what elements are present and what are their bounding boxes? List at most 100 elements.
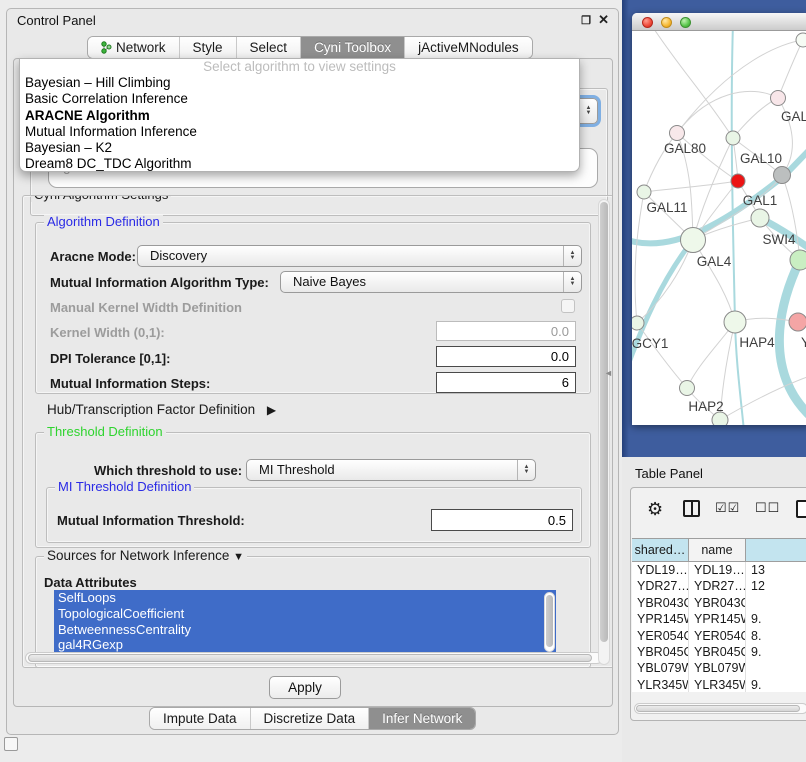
columns-icon[interactable] <box>683 500 700 517</box>
settings-vscrollbar[interactable] <box>598 199 610 665</box>
tab-label: Select <box>250 37 288 58</box>
table-row[interactable]: YBR045CYBR045C9. <box>632 644 806 660</box>
dropdown-item[interactable]: Dream8 DC_TDC Algorithm <box>20 156 579 172</box>
apply-button[interactable]: Apply <box>269 676 341 699</box>
network-edge[interactable] <box>637 323 687 388</box>
collapsed-panel-icon[interactable] <box>4 737 18 751</box>
gear-icon[interactable]: ⚙ <box>647 500 663 518</box>
network-node-hap4[interactable] <box>724 311 746 333</box>
network-edge[interactable] <box>782 175 800 260</box>
algorithm-dropdown-popup: Select algorithm to view settings Bayesi… <box>19 58 580 172</box>
stepper-icon[interactable]: ▲▼ <box>579 99 597 123</box>
table-row[interactable]: YLR345WYLR345W9. <box>632 677 806 692</box>
hub-definition-toggle[interactable]: Hub/Transcription Factor Definition ▶ <box>47 402 276 417</box>
tab-infer-network[interactable]: Infer Network <box>369 708 475 729</box>
network-window-titlebar[interactable] <box>632 13 806 31</box>
attribute-list-item[interactable]: SelfLoops <box>54 590 556 606</box>
dropdown-item[interactable]: Basic Correlation Inference <box>20 91 579 107</box>
mi-threshold-field[interactable]: 0.5 <box>431 509 573 531</box>
network-edge[interactable] <box>632 240 693 376</box>
select-all-checkboxes-icon[interactable]: ☑☑ <box>715 500 740 516</box>
table-column-header[interactable]: shared… <box>632 539 689 561</box>
table-column-header[interactable] <box>746 539 806 561</box>
network-edge[interactable] <box>677 91 778 133</box>
network-node-gal80[interactable] <box>670 126 685 141</box>
manual-kernel-checkbox[interactable] <box>561 299 575 313</box>
splitter-arrow-icon[interactable]: ◄ <box>604 368 613 378</box>
network-edge[interactable] <box>644 181 738 192</box>
network-node-gal11[interactable] <box>637 185 651 199</box>
table-row[interactable]: YDR27…YDR27…12 <box>632 578 806 594</box>
network-node-hap2[interactable] <box>680 381 695 396</box>
aracne-mode-combobox[interactable]: Discovery ▲▼ <box>137 245 582 267</box>
dropdown-item[interactable]: Bayesian – Hill Climbing <box>20 75 579 91</box>
table-row[interactable]: YDL19…YDL19…13 <box>632 562 806 578</box>
table-cell: YPR145W <box>632 611 689 627</box>
hub-definition-label: Hub/Transcription Factor Definition <box>47 402 255 417</box>
table-cell: YBL079W <box>632 660 689 676</box>
data-attributes-list[interactable]: SelfLoopsTopologicalCoefficientBetweenne… <box>54 590 556 654</box>
kernel-width-label: Kernel Width (0,1): <box>50 325 165 340</box>
network-node-gcy1[interactable] <box>632 316 644 330</box>
network-edge[interactable] <box>733 98 778 138</box>
dpi-tolerance-field[interactable]: 0.0 <box>436 346 576 367</box>
table-cell: YLR345W <box>689 677 746 692</box>
tab-network[interactable]: Network <box>88 37 180 58</box>
attribute-list-item[interactable]: BetweennessCentrality <box>54 622 556 638</box>
tab-select[interactable]: Select <box>237 37 302 58</box>
network-edge[interactable] <box>732 31 744 425</box>
dropdown-item[interactable]: Bayesian – K2 <box>20 140 579 156</box>
attribute-list-item[interactable]: TopologicalCoefficient <box>54 606 556 622</box>
tab-jactivemnodules[interactable]: jActiveMNodules <box>405 37 532 58</box>
attributes-list-scrollbar[interactable] <box>544 592 555 652</box>
which-threshold-combobox[interactable]: MI Threshold ▲▼ <box>246 459 536 481</box>
network-node-gal1[interactable] <box>751 209 769 227</box>
network-node[interactable] <box>731 174 745 188</box>
network-node-y[interactable] <box>789 313 806 331</box>
settings-group-title: Cyni Algorithm Settings <box>31 195 171 202</box>
table-row[interactable]: YER054CYER054C8. <box>632 628 806 644</box>
dropdown-item[interactable]: ARACNE Algorithm <box>20 108 579 124</box>
close-window-icon[interactable]: ✕ <box>598 12 609 28</box>
network-node-swi4[interactable] <box>790 250 806 270</box>
mi-type-combobox[interactable]: Naive Bayes ▲▼ <box>280 271 582 293</box>
mi-steps-label: Mutual Information Steps: <box>50 376 210 391</box>
dropdown-item[interactable]: Mutual Information Inference <box>20 124 579 140</box>
table-cell: YDR27… <box>689 578 746 594</box>
table-row[interactable]: YBL079WYBL079W <box>632 660 806 676</box>
network-node-label: GAL1 <box>743 193 778 208</box>
close-traffic-light-icon[interactable] <box>642 17 653 28</box>
float-window-icon[interactable]: ❐ <box>581 14 591 27</box>
network-node[interactable] <box>796 33 806 47</box>
table-row[interactable]: YPR145WYPR145W9. <box>632 611 806 627</box>
network-node-gal7[interactable] <box>771 91 786 106</box>
tab-discretize-data[interactable]: Discretize Data <box>251 708 370 729</box>
stepper-icon[interactable]: ▲▼ <box>563 272 581 292</box>
attribute-list-item[interactable]: gal4RGexp <box>54 637 556 653</box>
stepper-icon[interactable]: ▲▼ <box>563 246 581 266</box>
stepper-icon[interactable]: ▲▼ <box>517 460 535 480</box>
deselect-all-checkboxes-icon[interactable]: ☐☐ <box>755 500 780 516</box>
table-column-header[interactable]: name <box>689 539 746 561</box>
export-table-icon[interactable] <box>796 500 806 518</box>
table-cell: YBR043C <box>689 595 746 611</box>
tab-cyni-toolbox[interactable]: Cyni Toolbox <box>301 37 405 58</box>
network-node[interactable] <box>774 167 791 184</box>
kernel-width-field[interactable]: 0.0 <box>436 321 576 341</box>
tab-impute-data[interactable]: Impute Data <box>150 708 251 729</box>
tab-style[interactable]: Style <box>180 37 237 58</box>
table-row[interactable]: YBR043CYBR043C <box>632 595 806 611</box>
minimize-traffic-light-icon[interactable] <box>661 17 672 28</box>
mi-steps-field[interactable]: 6 <box>436 372 576 393</box>
table-hscrollbar[interactable] <box>634 703 806 714</box>
zoom-traffic-light-icon[interactable] <box>680 17 691 28</box>
network-edge[interactable] <box>778 40 803 98</box>
network-canvas[interactable]: GAL7GAL80GAL10GAL1GAL11GAL4SWI4GCY1HAP4Y… <box>632 31 806 425</box>
network-edge[interactable] <box>635 192 644 323</box>
network-node-gal10[interactable] <box>726 131 740 145</box>
settings-hscrollbar[interactable] <box>25 652 603 664</box>
network-node-gal4[interactable] <box>681 228 706 253</box>
table-cell: 12 <box>746 578 806 594</box>
collapse-down-icon[interactable]: ▼ <box>233 551 244 563</box>
network-edge[interactable] <box>693 240 735 322</box>
